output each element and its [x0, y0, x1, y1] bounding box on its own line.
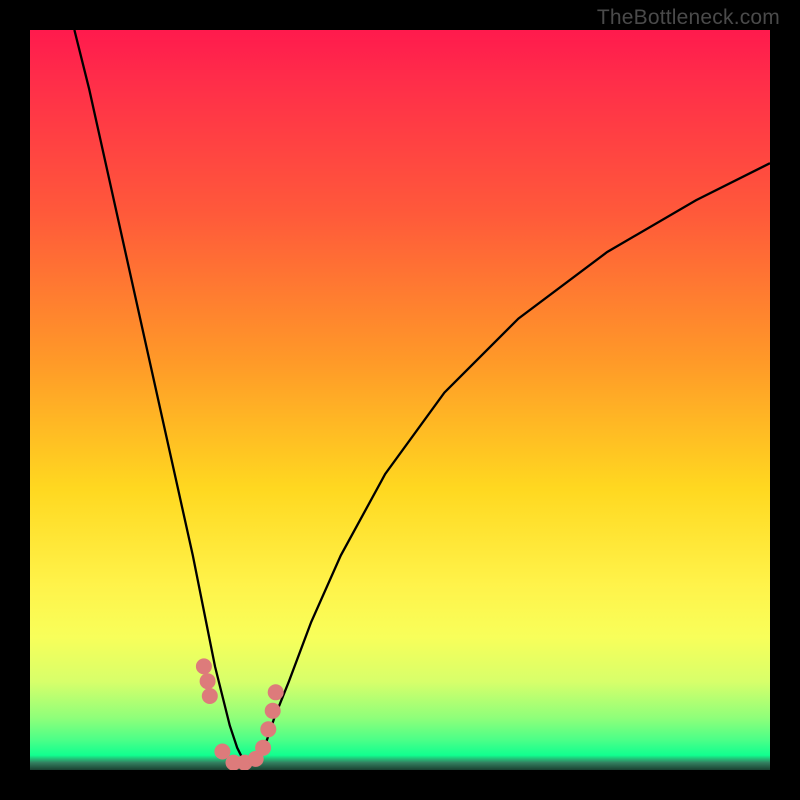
highlight-dot [196, 658, 212, 674]
bottleneck-curve [30, 30, 770, 770]
chart-frame: TheBottleneck.com [0, 0, 800, 800]
highlight-dot [200, 673, 216, 689]
highlight-dot [265, 703, 281, 719]
curve-line [74, 30, 770, 763]
highlight-dot [255, 740, 271, 756]
plot-area [30, 30, 770, 770]
watermark-text: TheBottleneck.com [597, 6, 780, 30]
highlight-dot [202, 688, 218, 704]
highlight-dot [260, 721, 276, 737]
highlight-dot [268, 684, 284, 700]
